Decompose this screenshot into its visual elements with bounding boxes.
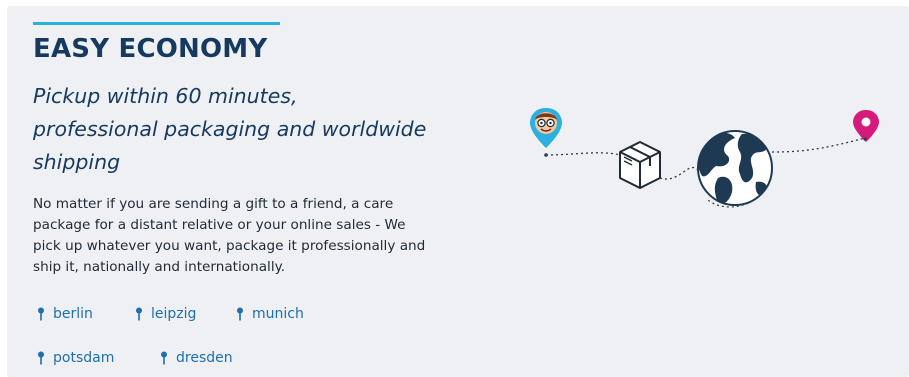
route-path (771, 137, 866, 153)
route-path (545, 152, 621, 156)
location-pin-icon (237, 307, 243, 321)
subtitle-line: professional packaging and worldwide (33, 117, 427, 141)
city-link-potsdam[interactable]: potsdam (37, 350, 114, 366)
description-line: pick up whatever you want, package it pr… (33, 238, 426, 254)
shipping-route-illustration (530, 108, 879, 208)
package-box-icon (619, 141, 661, 189)
subtitle-line: shipping (33, 150, 121, 174)
title-accent-line (33, 22, 280, 25)
city-label: leipzig (151, 306, 197, 322)
description-line: package for a distant relative or your o… (33, 217, 406, 233)
city-link-munich[interactable]: munich (236, 306, 304, 322)
city-label: dresden (176, 350, 233, 366)
section-title: EASY ECONOMY (33, 34, 268, 64)
city-label: potsdam (53, 350, 115, 366)
city-link-dresden[interactable]: dresden (160, 350, 233, 366)
city-label: berlin (53, 306, 93, 322)
section-subtitle: Pickup within 60 minutes, professional p… (33, 80, 493, 179)
city-link-berlin[interactable]: berlin (37, 306, 93, 322)
location-pin-icon (161, 351, 167, 365)
city-link-leipzig[interactable]: leipzig (135, 306, 196, 322)
section-description: No matter if you are sending a gift to a… (33, 194, 493, 278)
destination-pin-icon (853, 110, 879, 142)
subtitle-line: Pickup within 60 minutes, (33, 84, 298, 108)
avatar-location-pin-icon (530, 108, 562, 157)
location-pin-icon (38, 351, 44, 365)
location-pin-icon (38, 307, 44, 321)
location-pin-icon (136, 307, 142, 321)
globe-icon (697, 130, 773, 206)
route-path (659, 167, 699, 180)
description-line: ship it, nationally and internationally. (33, 259, 286, 275)
description-line: No matter if you are sending a gift to a… (33, 196, 394, 212)
city-label: munich (252, 306, 304, 322)
